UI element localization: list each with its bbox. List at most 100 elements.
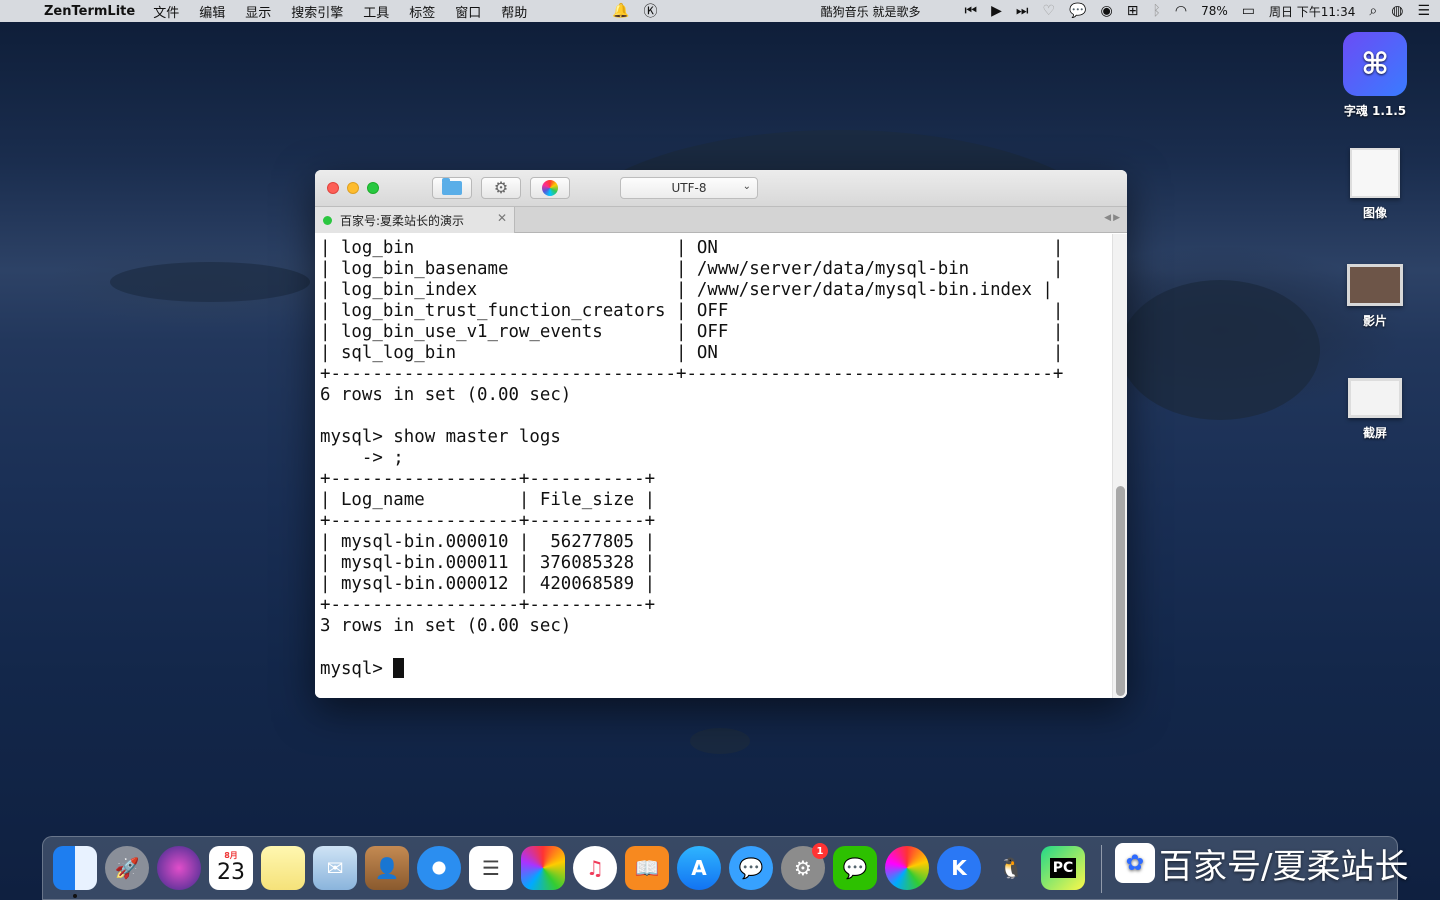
pycharm-icon[interactable]: PC (1041, 846, 1085, 890)
minimize-window-button[interactable] (347, 182, 359, 194)
app-store-icon[interactable]: A (677, 846, 721, 890)
now-playing-song[interactable]: 酷狗音乐 就是歌多 (821, 3, 921, 20)
window-titlebar[interactable]: ⚙ UTF-8 ⌄ (315, 170, 1127, 207)
input-method-icon[interactable]: ⊞ (1127, 3, 1139, 19)
system-preferences-icon[interactable]: ⚙ 1 (781, 843, 828, 890)
reminders-icon[interactable]: ☰ (469, 846, 513, 890)
kugou-k-icon[interactable]: Ⓚ (643, 1, 657, 21)
wechat-tray-icon[interactable]: 💬 (1069, 3, 1086, 19)
terminal-line: +---------------------------------+-----… (320, 364, 1064, 384)
terminal-line: -> ; (320, 448, 404, 468)
terminal-line: | log_bin_trust_function_creators | OFF … (320, 301, 1064, 321)
wechat-icon[interactable]: 💬 (833, 846, 877, 890)
clock[interactable]: 周日 下午11:34 (1269, 3, 1355, 20)
contacts-icon[interactable]: 👤 (365, 846, 409, 890)
menu-help[interactable]: 帮助 (501, 2, 527, 21)
encoding-select[interactable]: UTF-8 ⌄ (620, 177, 758, 199)
menu-tools[interactable]: 工具 (363, 2, 389, 21)
baijiahao-logo-icon: ✿ (1115, 843, 1155, 883)
watermark: ✿ 百家号/夏柔站长 (1115, 838, 1408, 888)
desktop-icon-label: 图像 (1362, 206, 1387, 220)
desktop-icon-label: 字魂 1.1.5 (1343, 104, 1407, 118)
scrollbar-thumb[interactable] (1116, 486, 1125, 696)
island-right (1120, 280, 1320, 420)
photos-icon[interactable] (521, 846, 565, 890)
zoom-window-button[interactable] (367, 182, 379, 194)
terminal-scrollbar[interactable] (1112, 234, 1127, 698)
menu-view[interactable]: 显示 (245, 2, 271, 21)
mail-icon[interactable]: ✉ (313, 846, 357, 890)
menu-tabs[interactable]: 标签 (409, 2, 435, 21)
terminal-line: mysql> show master logs (320, 427, 561, 447)
chevron-down-icon: ⌄ (742, 181, 751, 192)
terminal-output[interactable]: | log_bin | ON | | log_bin_basename | /ww… (315, 234, 1127, 698)
color-wheel-icon (542, 180, 558, 196)
terminal-line: | mysql-bin.000012 | 420068589 | (320, 574, 656, 594)
encoding-value: UTF-8 (671, 181, 707, 195)
menu-file[interactable]: 文件 (153, 2, 179, 21)
menu-edit[interactable]: 编辑 (199, 2, 225, 21)
movie-icon (1347, 264, 1403, 306)
finder-icon[interactable] (53, 846, 97, 890)
notes-icon[interactable] (261, 846, 305, 890)
tab-title: 百家号:夏柔站长的演示 (340, 213, 465, 228)
sync-tray-icon[interactable]: ◉ (1100, 3, 1112, 19)
notification-bell-icon[interactable]: 🔔 (612, 3, 629, 19)
calendar-day: 23 (217, 860, 245, 885)
next-track-icon[interactable]: ⏭ (1016, 3, 1029, 19)
previous-track-icon[interactable]: ⏮ (964, 3, 977, 19)
terminal-line: 3 rows in set (0.00 sec) (320, 616, 572, 636)
desktop-icon-zihun[interactable]: ⌘ 字魂 1.1.5 (1330, 32, 1420, 119)
terminal-line: +------------------+-----------+ (320, 469, 656, 489)
colorful-app-icon[interactable] (885, 846, 929, 890)
books-icon[interactable]: 📖 (625, 846, 669, 890)
music-icon[interactable]: ♫ (573, 846, 617, 890)
siri-icon[interactable]: ◍ (1391, 3, 1403, 19)
wifi-icon[interactable]: ◠ (1175, 3, 1187, 19)
terminal-line: | Log_name | File_size | (320, 490, 656, 510)
spotlight-search-icon[interactable]: ⌕ (1369, 3, 1377, 19)
zihun-app-icon: ⌘ (1343, 32, 1407, 96)
terminal-line: | mysql-bin.000011 | 376085328 | (320, 553, 656, 573)
terminal-line: | log_bin | ON | (320, 238, 1064, 258)
terminal-line: | sql_log_bin | ON | (320, 343, 1064, 363)
screenshot-icon (1348, 378, 1402, 418)
tab-session[interactable]: 百家号:夏柔站长的演示 ✕ (315, 207, 515, 233)
play-icon[interactable]: ▶ (991, 3, 1002, 19)
gear-icon: ⚙ (493, 178, 509, 197)
folder-icon (442, 178, 462, 195)
kugou-icon[interactable]: K (937, 846, 981, 890)
terminal-line: mysql> (320, 658, 1122, 679)
menu-window[interactable]: 窗口 (455, 2, 481, 21)
desktop-icon-screenshots[interactable]: 截屏 (1330, 378, 1420, 441)
close-window-button[interactable] (327, 182, 339, 194)
photo-icon (1350, 148, 1400, 198)
notification-badge: 1 (812, 843, 828, 859)
color-picker-button[interactable] (530, 177, 570, 199)
settings-button[interactable]: ⚙ (481, 177, 521, 199)
messages-icon[interactable]: 💬 (729, 846, 773, 890)
open-folder-button[interactable] (432, 177, 472, 199)
notification-center-icon[interactable]: ☰ (1417, 3, 1430, 19)
watermark-text: 百家号/夏柔站长 (1159, 846, 1409, 887)
traffic-lights (327, 182, 379, 194)
desktop-icon-movies[interactable]: 影片 (1330, 264, 1420, 329)
app-menu[interactable]: ZenTermLite (44, 4, 135, 19)
safari-icon[interactable] (417, 846, 461, 890)
favorite-heart-icon[interactable]: ♡ (1042, 3, 1055, 19)
siri-dock-icon[interactable] (157, 846, 201, 890)
island-left (110, 262, 310, 302)
close-tab-icon[interactable]: ✕ (497, 211, 507, 225)
launchpad-icon[interactable]: 🚀 (105, 846, 149, 890)
terminal-line: 6 rows in set (0.00 sec) (320, 385, 572, 405)
qq-icon[interactable]: 🐧 (989, 846, 1033, 890)
battery-icon[interactable]: ▭ (1242, 3, 1255, 19)
tab-scroll-arrows-icon[interactable]: ◀▶ (1104, 213, 1122, 223)
bluetooth-icon[interactable]: ᛒ (1152, 3, 1160, 19)
menu-search-engine[interactable]: 搜索引擎 (291, 2, 343, 21)
desktop-icon-label: 影片 (1362, 314, 1387, 328)
menu-tray-left: 🔔 Ⓚ (612, 0, 657, 22)
calendar-icon[interactable]: 8月 23 (209, 846, 253, 890)
desktop-icon-images[interactable]: 图像 (1330, 148, 1420, 221)
